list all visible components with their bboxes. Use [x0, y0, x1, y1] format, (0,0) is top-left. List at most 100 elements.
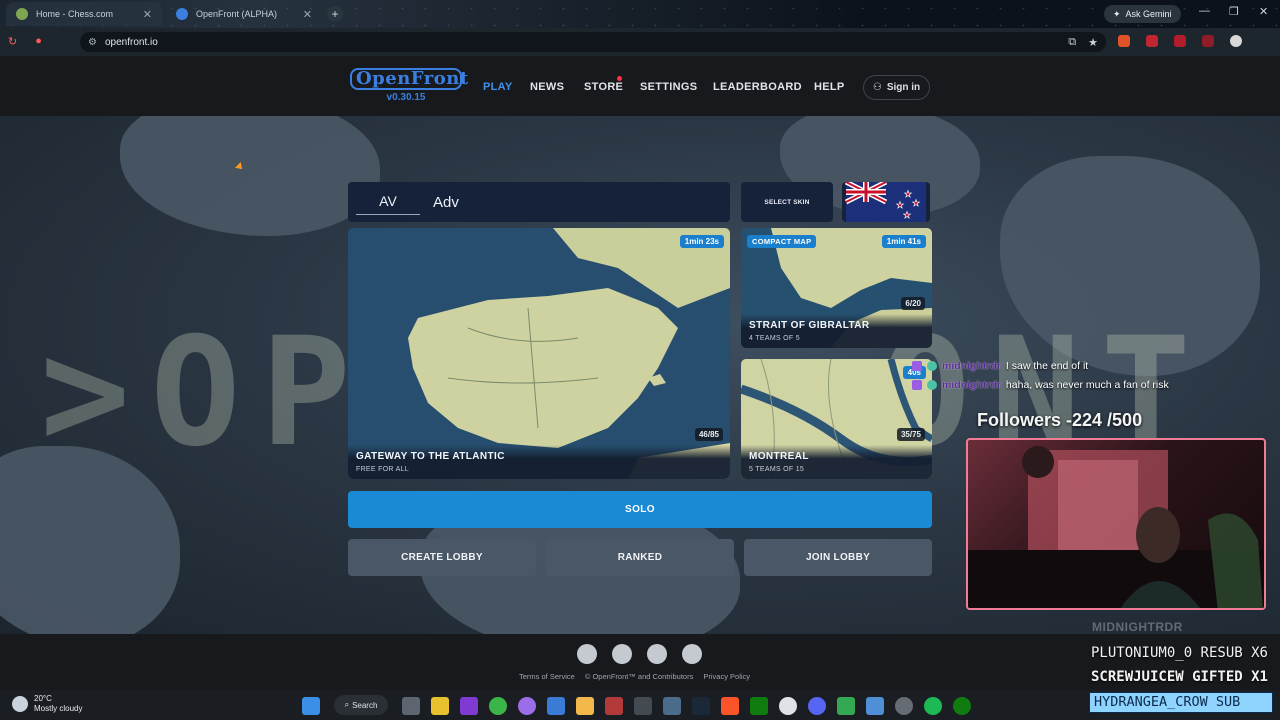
- site-info-icon[interactable]: ⚙: [88, 37, 97, 48]
- reddit-icon[interactable]: [612, 644, 632, 664]
- close-window-icon[interactable]: ✕: [1259, 5, 1268, 18]
- copyright-text: © OpenFront™ and Contributors: [584, 672, 694, 681]
- lobby-card-gibraltar[interactable]: COMPACT MAP 1min 41s 6/20 STRAIT OF GIBR…: [741, 228, 932, 348]
- file-explorer-icon[interactable]: [576, 697, 594, 715]
- onenote-icon[interactable]: [460, 697, 478, 715]
- nav-leaderboard[interactable]: LEADERBOARD: [713, 81, 802, 93]
- privacy-link[interactable]: Privacy Policy: [703, 672, 750, 681]
- spotify-icon[interactable]: [924, 697, 942, 715]
- followers-goal: Followers -224 /500: [977, 410, 1143, 430]
- tab-label: OpenFront (ALPHA): [196, 9, 278, 19]
- logo-title: OpenFront: [350, 68, 468, 90]
- event-ticker-gift: SCREWJUICEW GIFTED X1: [1090, 669, 1268, 685]
- weather-widget[interactable]: 20°C Mostly cloudy: [12, 694, 82, 714]
- sign-in-label: Sign in: [886, 82, 921, 93]
- compact-map-badge: COMPACT MAP: [747, 235, 817, 248]
- task-view-icon[interactable]: [402, 697, 420, 715]
- svg-text:★: ★: [904, 190, 912, 200]
- url-bar[interactable]: ⚙ openfront.io ⧉ ★: [80, 32, 1106, 52]
- discord-icon[interactable]: [647, 644, 667, 664]
- webcam-feed: [966, 438, 1266, 610]
- lobby-title: MONTREAL: [749, 451, 809, 462]
- logo[interactable]: OpenFront v0.30.15: [350, 68, 468, 103]
- install-app-icon[interactable]: ⧉: [1068, 36, 1076, 49]
- app-icon[interactable]: [663, 697, 681, 715]
- copilot-icon[interactable]: [518, 697, 536, 715]
- tab-chess[interactable]: Home - Chess.com ✕: [6, 2, 162, 26]
- username-input[interactable]: Adv: [433, 194, 459, 211]
- store-notification-dot: [617, 76, 622, 81]
- url-text: openfront.io: [104, 36, 158, 48]
- create-lobby-button[interactable]: CREATE LOBBY: [348, 539, 536, 576]
- app-icon[interactable]: [634, 697, 652, 715]
- lobby-card-gateway[interactable]: 1min 23s 46/85 GATEWAY TO THE ATLANTIC F…: [348, 228, 730, 479]
- background-title-left: >OP: [40, 306, 371, 480]
- temperature: 20°C: [34, 694, 52, 703]
- chat-username: midnightrdr: [942, 379, 1001, 391]
- flag-selector-button[interactable]: ★ ★ ★ ★: [842, 182, 930, 222]
- chat-username: midnightrdr: [942, 360, 1001, 372]
- background-landmass: [120, 116, 380, 236]
- extension-red-icon[interactable]: ●: [35, 35, 42, 48]
- svg-text:★: ★: [912, 199, 920, 209]
- extension-icon[interactable]: [1202, 35, 1214, 47]
- minimize-icon[interactable]: —: [1199, 5, 1210, 17]
- extensions-area: [1118, 35, 1242, 47]
- chrome-icon[interactable]: [779, 697, 797, 715]
- lobby-mode: 5 TEAMS OF 15: [749, 466, 805, 473]
- ranked-button[interactable]: RANKED: [546, 539, 734, 576]
- app-icon[interactable]: [605, 697, 623, 715]
- steam-icon[interactable]: [692, 697, 710, 715]
- terms-link[interactable]: Terms of Service: [519, 672, 575, 681]
- xbox-icon[interactable]: [750, 697, 768, 715]
- app-icon[interactable]: [489, 697, 507, 715]
- back-icon[interactable]: ↻: [8, 35, 17, 48]
- extension-icon[interactable]: [1146, 35, 1158, 47]
- app-icon[interactable]: [866, 697, 884, 715]
- restore-icon[interactable]: ❐: [1229, 5, 1239, 18]
- nav-help[interactable]: HELP: [814, 81, 845, 93]
- taskbar-search[interactable]: ⌕ Search: [334, 695, 388, 715]
- nav-store[interactable]: STORE: [584, 81, 623, 93]
- start-icon[interactable]: [302, 697, 320, 715]
- event-ticker-resub: PLUTONIUM0_0 RESUB X6: [1090, 645, 1268, 661]
- openfront-favicon-icon: [176, 8, 188, 20]
- globe-icon[interactable]: [682, 644, 702, 664]
- player-count: 35/75: [896, 428, 925, 441]
- sign-in-button[interactable]: ⚇ Sign in: [863, 75, 930, 100]
- xbox-app-icon[interactable]: [953, 697, 971, 715]
- discord-app-icon[interactable]: [808, 697, 826, 715]
- svg-text:★: ★: [903, 211, 911, 221]
- taskbar-apps: [302, 697, 320, 715]
- nav-settings[interactable]: SETTINGS: [640, 81, 697, 93]
- webcam-image: [968, 446, 1264, 608]
- sticky-notes-icon[interactable]: [431, 697, 449, 715]
- bookmark-star-icon[interactable]: ★: [1088, 36, 1098, 49]
- drive-icon[interactable]: [837, 697, 855, 715]
- close-tab-icon[interactable]: ✕: [303, 8, 312, 21]
- store-icon[interactable]: [547, 697, 565, 715]
- new-tab-button[interactable]: +: [327, 6, 343, 22]
- nav-news[interactable]: NEWS: [530, 81, 564, 93]
- solo-button[interactable]: SOLO: [348, 491, 932, 528]
- nav-play[interactable]: PLAY: [483, 81, 513, 93]
- profile-avatar[interactable]: [1230, 35, 1242, 47]
- map-preview-iberia: [348, 228, 730, 479]
- select-skin-button[interactable]: SELECT SKIN: [741, 182, 833, 222]
- player-count: 46/85: [694, 428, 723, 441]
- social-links: [577, 644, 702, 664]
- github-icon[interactable]: [577, 644, 597, 664]
- brave-icon[interactable]: [721, 697, 739, 715]
- clan-tag-input[interactable]: AV: [356, 189, 420, 215]
- user-icon: ⚇: [872, 82, 882, 93]
- extension-icon[interactable]: [1174, 35, 1186, 47]
- lobby-card-montreal[interactable]: 40s 35/75 MONTREAL 5 TEAMS OF 15: [741, 359, 932, 479]
- tab-openfront[interactable]: OpenFront (ALPHA) ✕: [166, 2, 322, 26]
- extension-icon[interactable]: [1118, 35, 1130, 47]
- search-label: Search: [352, 700, 378, 710]
- lobby-timer: 1min 23s: [679, 235, 724, 248]
- ask-gemini-button[interactable]: ✦ Ask Gemini: [1104, 5, 1181, 23]
- obs-icon[interactable]: [895, 697, 913, 715]
- join-lobby-button[interactable]: JOIN LOBBY: [744, 539, 932, 576]
- close-tab-icon[interactable]: ✕: [143, 8, 152, 21]
